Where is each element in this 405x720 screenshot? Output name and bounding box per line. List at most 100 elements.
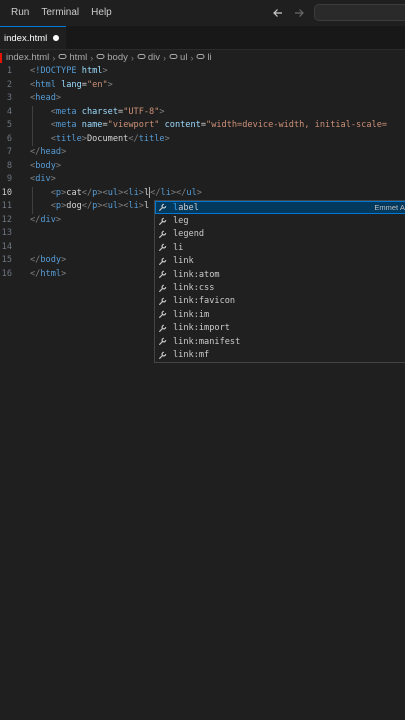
breadcrumb: index.html › html › body › div › ul › li bbox=[0, 50, 405, 65]
code-line: 9 <div> bbox=[0, 173, 405, 187]
chevron-right-icon: › bbox=[130, 52, 134, 63]
autocomplete-suggestions: label Emmet Ab leg legend li link link:a… bbox=[154, 200, 405, 363]
suggestion-label: link:css bbox=[173, 283, 215, 294]
suggestion-label: link:mf bbox=[173, 350, 210, 361]
code-line: 2 <html lang="en"> bbox=[0, 79, 405, 93]
line-number: 6 bbox=[6, 133, 12, 144]
suggestion-item[interactable]: link:im bbox=[155, 308, 405, 321]
code-line: 6 <title>Document</title> bbox=[0, 133, 405, 147]
tab-index-html[interactable]: index.html bbox=[0, 26, 66, 49]
wrench-icon bbox=[158, 351, 170, 360]
suggestion-label: link:atom bbox=[173, 269, 220, 280]
line-number: 3 bbox=[6, 93, 12, 103]
wrench-icon bbox=[158, 270, 170, 279]
menu-help[interactable]: Help bbox=[85, 0, 118, 26]
wrench-icon bbox=[158, 284, 170, 293]
suggestion-item[interactable]: link:atom bbox=[155, 268, 405, 281]
element-icon bbox=[96, 52, 105, 64]
suggestion-label: link:im bbox=[173, 309, 210, 320]
code-line: 8 <body> bbox=[0, 160, 405, 174]
suggestion-label: legend bbox=[173, 229, 205, 240]
chevron-right-icon: › bbox=[90, 52, 94, 63]
back-arrow-icon[interactable] bbox=[272, 7, 284, 19]
element-icon bbox=[196, 52, 205, 64]
editor-tab-bar: index.html bbox=[0, 26, 405, 50]
suggestion-item[interactable]: link bbox=[155, 255, 405, 268]
wrench-icon bbox=[158, 203, 170, 212]
suggestion-item[interactable]: link:mf bbox=[155, 348, 405, 361]
navigation-buttons bbox=[272, 0, 305, 26]
menu-run[interactable]: Run bbox=[0, 0, 35, 26]
command-center-search[interactable] bbox=[314, 4, 405, 21]
suggestion-label: link:import bbox=[173, 323, 230, 334]
suggestion-item[interactable]: link:favicon bbox=[155, 295, 405, 308]
suggestion-item[interactable]: li bbox=[155, 241, 405, 254]
line-number: 8 bbox=[6, 160, 12, 171]
chevron-right-icon: › bbox=[190, 52, 194, 63]
suggestion-label-rest: abel bbox=[178, 202, 199, 213]
breadcrumb-div[interactable]: div bbox=[137, 52, 160, 64]
breadcrumb-label: body bbox=[107, 52, 128, 63]
wrench-icon bbox=[158, 324, 170, 333]
line-number: 15 bbox=[1, 255, 12, 265]
code-line: 4 <meta charset="UTF-8"> bbox=[0, 106, 405, 120]
element-icon bbox=[137, 52, 146, 64]
code-line-active: 10 <p>cat</p><ul><li>l</li></ul> bbox=[0, 186, 405, 201]
suggestion-label: link bbox=[173, 256, 194, 267]
suggestion-label: leg bbox=[173, 216, 189, 227]
breadcrumb-label: ul bbox=[180, 52, 188, 63]
code-line: 7 </head> bbox=[0, 146, 405, 160]
breadcrumb-ul[interactable]: ul bbox=[169, 52, 187, 64]
line-number: 7 bbox=[6, 147, 12, 157]
breadcrumb-label: li bbox=[207, 52, 212, 63]
chevron-right-icon: › bbox=[52, 52, 56, 63]
code-line: 3 <head> bbox=[0, 92, 405, 106]
suggestion-label: link:manifest bbox=[173, 336, 241, 347]
breadcrumb-body[interactable]: body bbox=[96, 52, 128, 64]
wrench-icon bbox=[158, 297, 170, 306]
element-icon bbox=[169, 52, 178, 64]
suggestion-item[interactable]: label Emmet Ab bbox=[155, 201, 405, 215]
wrench-icon bbox=[158, 230, 170, 239]
line-number: 9 bbox=[6, 174, 12, 184]
suggestion-item[interactable]: link:css bbox=[155, 281, 405, 294]
line-number: 1 bbox=[6, 66, 12, 76]
suggestion-item[interactable]: link:import bbox=[155, 322, 405, 335]
line-number: 5 bbox=[6, 120, 12, 130]
line-number: 2 bbox=[6, 79, 12, 90]
breadcrumb-file[interactable]: index.html bbox=[6, 52, 49, 63]
suggestion-label: label bbox=[173, 202, 199, 213]
line-number: 11 bbox=[1, 201, 12, 211]
line-number: 12 bbox=[1, 214, 12, 225]
suggestion-detail: Emmet Ab bbox=[374, 203, 405, 213]
error-marker bbox=[0, 52, 2, 63]
menu-bar: Run Terminal Help bbox=[0, 0, 118, 26]
line-number: 13 bbox=[1, 228, 12, 238]
code-line: 1 <!DOCTYPE html> bbox=[0, 65, 405, 79]
suggestion-item[interactable]: leg bbox=[155, 214, 405, 227]
suggestion-item[interactable]: legend bbox=[155, 228, 405, 241]
line-number: 10 bbox=[1, 187, 12, 198]
wrench-icon bbox=[158, 217, 170, 226]
wrench-icon bbox=[158, 257, 170, 266]
wrench-icon bbox=[158, 243, 170, 252]
breadcrumb-html[interactable]: html bbox=[58, 52, 87, 64]
suggestion-label: link:favicon bbox=[173, 296, 236, 307]
forward-arrow-icon[interactable] bbox=[293, 7, 305, 19]
line-number: 4 bbox=[6, 106, 12, 117]
menu-terminal[interactable]: Terminal bbox=[35, 0, 85, 26]
element-icon bbox=[58, 52, 67, 64]
tab-label: index.html bbox=[4, 32, 48, 44]
breadcrumb-label: index.html bbox=[6, 52, 50, 63]
line-number: 16 bbox=[1, 268, 12, 279]
unsaved-dot-icon[interactable] bbox=[53, 35, 60, 41]
suggestion-item[interactable]: link:manifest bbox=[155, 335, 405, 348]
breadcrumb-label: html bbox=[69, 52, 88, 63]
chevron-right-icon: › bbox=[163, 52, 167, 63]
breadcrumb-label: div bbox=[147, 52, 161, 63]
breadcrumb-li[interactable]: li bbox=[196, 52, 212, 64]
wrench-icon bbox=[158, 337, 170, 346]
line-number: 14 bbox=[1, 241, 12, 252]
title-bar: Run Terminal Help bbox=[0, 0, 405, 26]
suggestion-label: li bbox=[173, 242, 184, 253]
